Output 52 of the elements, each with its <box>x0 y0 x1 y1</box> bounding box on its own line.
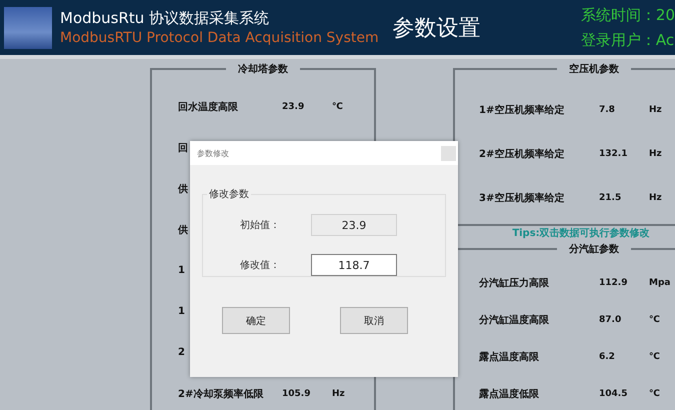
parameter-unit: Mpa <box>649 278 670 288</box>
parameter-value[interactable]: 104.5 <box>599 388 628 398</box>
parameter-label: 2#空压机频率给定 <box>479 147 564 161</box>
parameter-label: 3#空压机频率给定 <box>479 191 564 205</box>
parameter-unit: ℃ <box>332 102 343 112</box>
group-title: 冷却塔参数 <box>237 62 289 76</box>
close-button[interactable] <box>441 146 456 160</box>
system-time: 系统时间：20 <box>580 6 675 24</box>
parameter-value[interactable]: 21.5 <box>599 193 622 203</box>
parameter-value[interactable]: 105.9 <box>282 388 310 398</box>
app-title: ModbusRtu 协议数据采集系统 <box>60 9 270 28</box>
parameter-label: 露点温度低限 <box>479 387 539 400</box>
parameter-unit: Hz <box>649 149 662 159</box>
dialog-button[interactable]: 取消 <box>340 307 408 334</box>
dialog-title: 参数修改 <box>197 148 229 158</box>
parameter-label: 1#空压机频率给定 <box>479 103 564 117</box>
parameter-unit: Hz <box>649 193 662 203</box>
parameter-label: 2 <box>178 347 185 358</box>
parameter-value[interactable]: 87.0 <box>599 314 622 324</box>
parameter-value[interactable]: 132.1 <box>599 149 628 159</box>
group-title: 修改参数 <box>208 188 250 201</box>
parameter-label: 回水温度高限 <box>178 100 238 114</box>
field-label: 初始值： <box>240 218 281 232</box>
parameter-value[interactable]: 112.9 <box>599 278 628 288</box>
parameter-label: 供 <box>178 182 188 196</box>
field-label: 修改值： <box>240 259 281 272</box>
parameter-value[interactable]: 6.2 <box>599 352 615 362</box>
parameter-value[interactable]: 7.8 <box>599 105 615 115</box>
parameter-unit: Hz <box>332 388 345 398</box>
parameter-label: 回 <box>178 142 188 154</box>
parameter-label: 露点温度高限 <box>479 350 539 364</box>
new-value-field[interactable]: 118.7 <box>311 254 397 276</box>
parameter-label: 分汽缸压力高限 <box>479 276 549 290</box>
initial-value-field[interactable]: 23.9 <box>311 214 397 236</box>
parameter-label: 分汽缸温度高限 <box>479 313 549 326</box>
parameter-unit: ℃ <box>649 352 660 362</box>
parameter-label: 1 <box>178 306 185 317</box>
page-title: 参数设置 <box>392 14 481 42</box>
parameter-unit: Hz <box>649 105 662 115</box>
parameter-label: 2#冷却泵频率低限 <box>178 387 264 400</box>
city-photo-placeholder <box>4 6 52 48</box>
tips-text: Tips:双击数据可执行参数修改 <box>512 226 650 240</box>
login-user: 登录用户：Ac <box>580 30 675 50</box>
parameter-value[interactable]: 23.9 <box>282 102 304 112</box>
parameter-label: 供 <box>178 224 188 236</box>
group-title: 空压机参数 <box>568 62 620 76</box>
parameter-label: 1 <box>178 265 185 276</box>
parameter-unit: ℃ <box>649 314 660 324</box>
dialog-button[interactable]: 确定 <box>222 307 290 334</box>
group-title: 分汽缸参数 <box>568 242 620 256</box>
app-subtitle: ModbusRTU Protocol Data Acquisition System <box>60 30 379 46</box>
parameter-unit: ℃ <box>649 388 660 398</box>
